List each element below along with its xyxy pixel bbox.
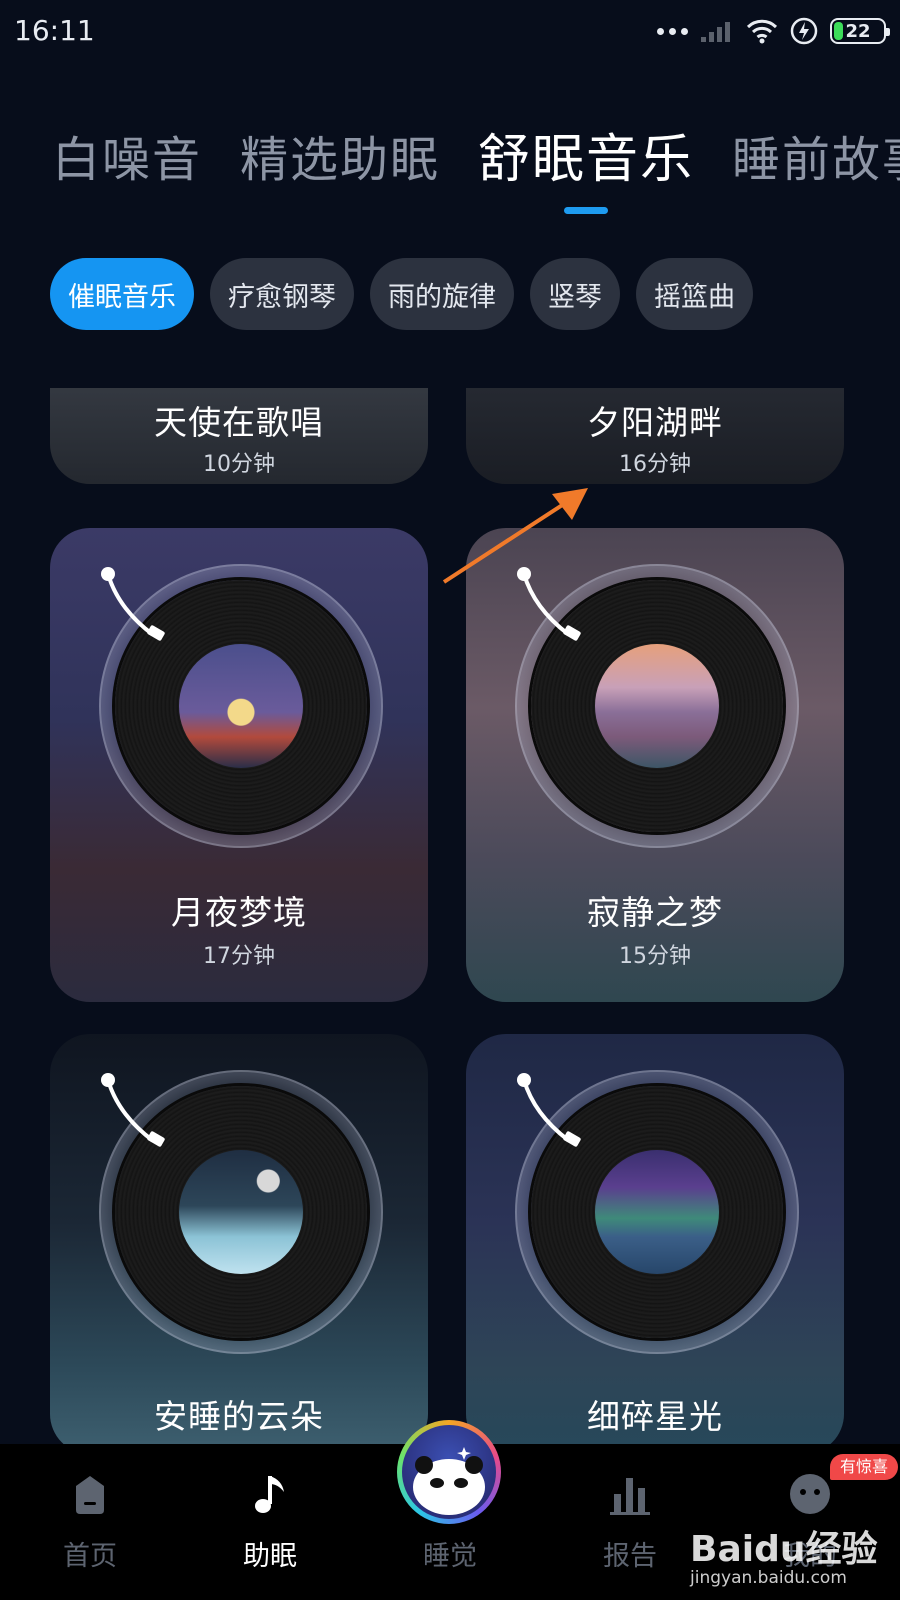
home-icon: [76, 1476, 104, 1514]
tonearm-icon: [101, 1073, 165, 1147]
signal-icon: [701, 22, 730, 42]
battery-icon: 22: [830, 18, 890, 44]
track-title: 夕阳湖畔: [587, 403, 723, 442]
annotation-arrow: [442, 488, 588, 584]
watermark: Baidu经验 jingyan.baidu.com: [690, 1520, 890, 1600]
tab-bedtime-stories[interactable]: 睡前故事: [732, 128, 900, 192]
chip-hypnotic-music[interactable]: 催眠音乐: [50, 258, 194, 330]
sleep-button[interactable]: [397, 1420, 501, 1524]
more-dots-icon: [657, 27, 688, 35]
tonearm-icon: [517, 1073, 581, 1147]
track-card[interactable]: 月夜梦境 17分钟: [50, 528, 428, 1002]
battery-level: 22: [845, 20, 871, 42]
nav-label: 助眠: [243, 1541, 297, 1572]
cover-art: [179, 644, 303, 768]
cover-art: [595, 1150, 719, 1274]
nav-sleep-aid[interactable]: 助眠: [210, 1444, 330, 1600]
tab-white-noise[interactable]: 白噪音: [52, 128, 202, 192]
track-title: 寂静之梦: [587, 893, 723, 932]
track-title: 月夜梦境: [171, 893, 307, 932]
tab-featured-sleep-aid[interactable]: 精选助眠: [240, 128, 440, 192]
track-card[interactable]: 天使在歌唱 10分钟: [50, 388, 428, 484]
chip-healing-piano[interactable]: 疗愈钢琴: [210, 258, 354, 330]
tab-sleep-music[interactable]: 舒眠音乐: [478, 128, 694, 192]
track-duration: 16分钟: [619, 452, 691, 477]
track-title: 天使在歌唱: [154, 403, 324, 442]
status-time: 16:11: [14, 14, 95, 47]
cover-art: [595, 644, 719, 768]
track-duration: 10分钟: [203, 452, 275, 477]
subcategory-chips: 催眠音乐 疗愈钢琴 雨的旋律 竖琴 摇篮曲: [50, 258, 753, 330]
chip-lullaby[interactable]: 摇篮曲: [636, 258, 753, 330]
chip-harp[interactable]: 竖琴: [530, 258, 620, 330]
nav-label: 报告: [603, 1541, 657, 1572]
bar-chart-icon: [610, 1478, 650, 1515]
charging-icon: [790, 17, 818, 45]
status-icons: 22: [657, 14, 890, 48]
nav-report[interactable]: 报告: [570, 1444, 690, 1600]
nav-home[interactable]: 首页: [30, 1444, 150, 1600]
promo-badge: 有惊喜: [830, 1454, 899, 1480]
chip-rain-melody[interactable]: 雨的旋律: [370, 258, 514, 330]
track-title: 安睡的云朵: [154, 1397, 324, 1436]
track-card[interactable]: 寂静之梦 15分钟: [466, 528, 844, 1002]
panda-icon: [413, 1447, 485, 1515]
profile-icon: [790, 1474, 830, 1514]
watermark-text: Baidu经验: [690, 1529, 878, 1570]
cover-art: [179, 1150, 303, 1274]
category-tabs: 白噪音 精选助眠 舒眠音乐 睡前故事: [52, 128, 900, 192]
track-card[interactable]: 安睡的云朵: [50, 1034, 428, 1444]
track-duration: 15分钟: [619, 944, 691, 969]
nav-label: 睡觉: [423, 1541, 477, 1572]
tonearm-icon: [101, 567, 165, 641]
nav-label: 首页: [63, 1541, 117, 1572]
track-title: 细碎星光: [587, 1397, 723, 1436]
track-duration: 17分钟: [203, 944, 275, 969]
music-note-icon: [255, 1476, 284, 1513]
track-card[interactable]: 细碎星光: [466, 1034, 844, 1444]
track-card[interactable]: 夕阳湖畔 16分钟: [466, 388, 844, 484]
watermark-url: jingyan.baidu.com: [690, 1568, 847, 1588]
status-bar: 16:11 22: [0, 0, 900, 62]
wifi-icon: [746, 19, 778, 44]
